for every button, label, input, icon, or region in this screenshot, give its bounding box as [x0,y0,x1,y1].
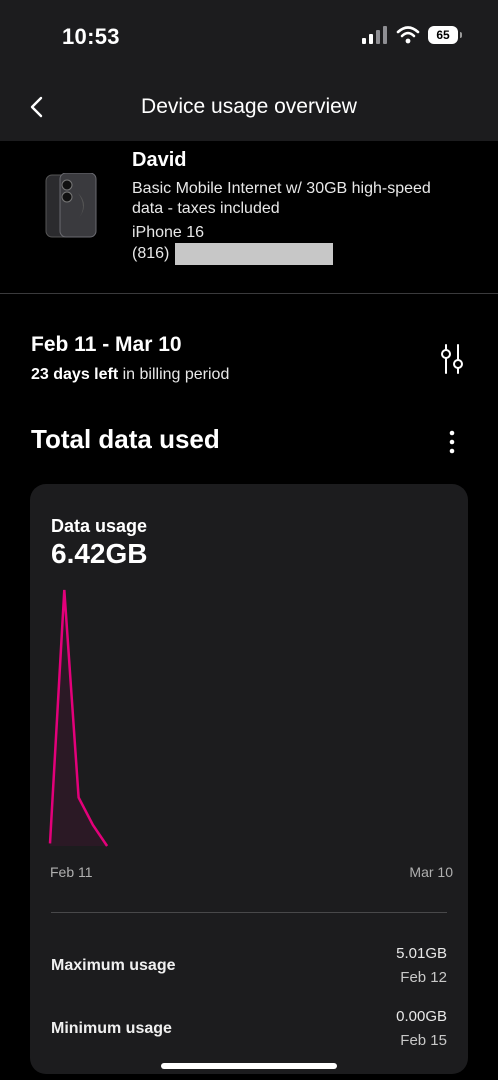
redacted-phone-number [175,243,334,265]
top-bar: 10:53 65 Device usage overview [0,0,498,141]
minimum-usage-date: Feb 15 [400,1032,447,1049]
card-divider [51,912,447,913]
minimum-usage-label: Minimum usage [51,1020,172,1037]
usage-line-chart [48,589,109,847]
days-left-count: 23 days left [31,366,119,383]
filter-button[interactable] [438,342,466,376]
battery-level: 65 [436,28,450,42]
status-time: 10:53 [62,24,120,49]
device-user-name: David [132,149,187,171]
device-plan: Basic Mobile Internet w/ 30GB high-speed… [132,180,431,217]
usage-area [50,590,108,846]
device-image [45,173,97,238]
battery-icon: 65 [428,26,462,44]
device-summary: David Basic Mobile Internet w/ 30GB high… [0,141,498,294]
phone-area-code: (816) [132,245,170,262]
status-icons: 65 [362,26,462,44]
more-vertical-icon [449,430,455,454]
days-left: 23 days left in billing period [31,366,229,384]
home-indicator [161,1063,337,1069]
days-left-suffix: in billing period [122,366,230,383]
cellular-signal-icon [362,26,387,44]
wifi-icon [396,26,420,44]
device-phone: iPhone 16 (816) [132,224,334,265]
sliders-icon [441,344,463,374]
page-title: Device usage overview [141,95,357,118]
device-model: iPhone 16 [132,224,205,241]
minimum-usage-value: 0.00GB [396,1008,447,1025]
data-usage-card: Data usage 6.42GB Feb 11 Mar 10 Maximum … [30,484,468,1074]
x-axis-start-label: Feb 11 [50,864,93,880]
section-title: Total data used [31,424,220,454]
billing-period: Feb 11 - Mar 10 [31,333,182,356]
maximum-usage-label: Maximum usage [51,957,176,974]
more-options-button[interactable] [440,426,464,458]
maximum-usage-value: 5.01GB [396,945,447,962]
maximum-usage-date: Feb 12 [400,969,447,986]
x-axis-end-label: Mar 10 [409,864,453,880]
